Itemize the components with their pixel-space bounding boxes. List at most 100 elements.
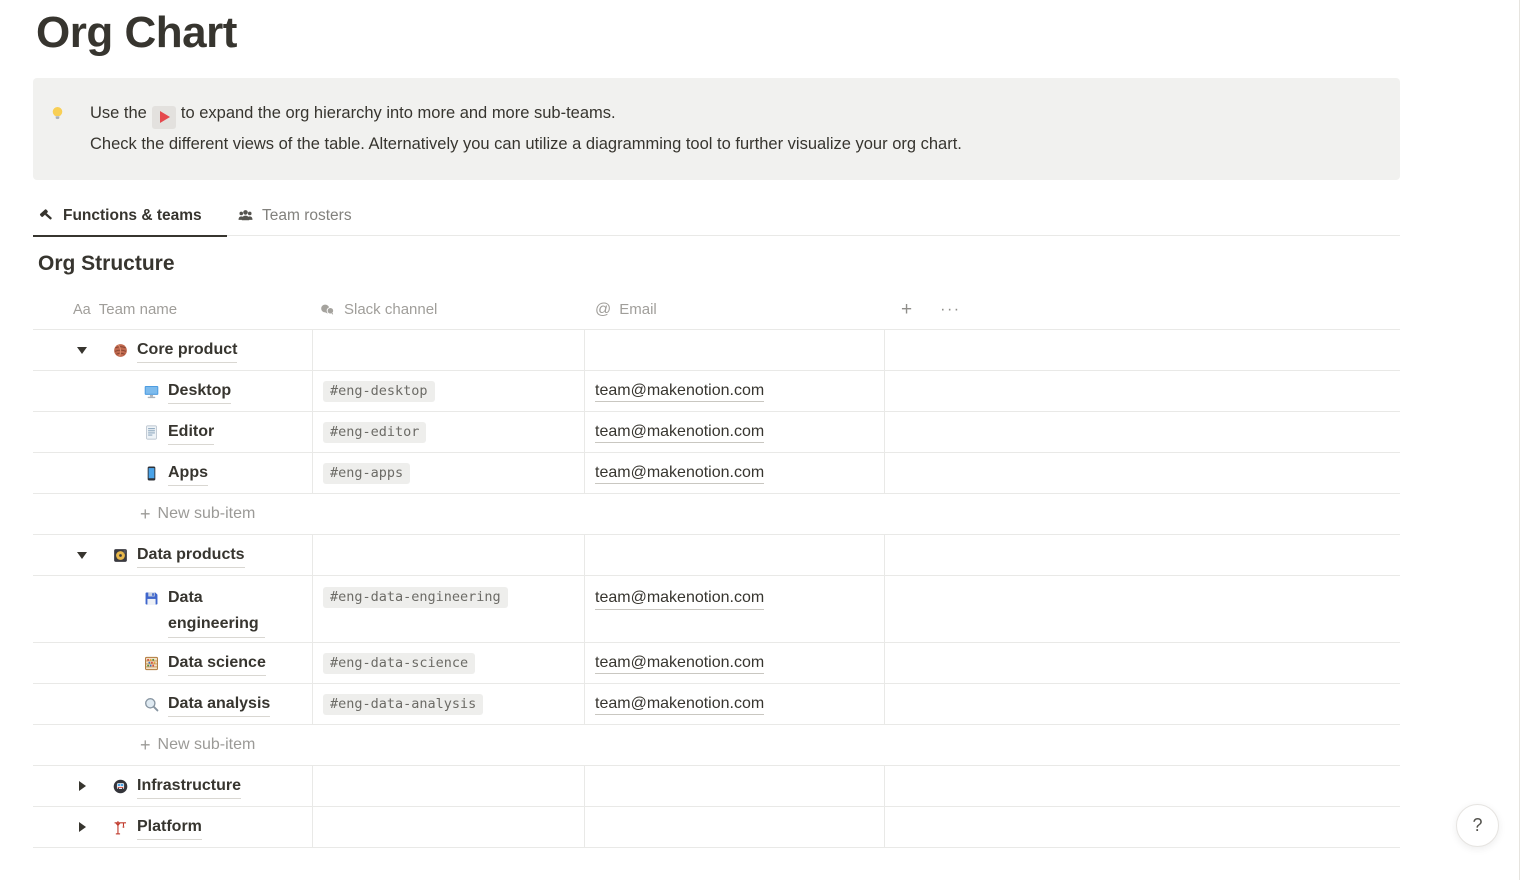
- hammer-icon: [38, 208, 55, 224]
- callout-line-1: Use theto expand the org hierarchy into …: [90, 98, 962, 129]
- tab-label: Functions & teams: [63, 207, 202, 225]
- at-sign-icon: @: [595, 301, 611, 319]
- empty-cell[interactable]: [885, 807, 1400, 847]
- empty-cell[interactable]: [885, 766, 1400, 806]
- team-name-link[interactable]: Infrastructure: [137, 773, 241, 800]
- table-row: Infrastructure: [33, 766, 1400, 807]
- table-row: Platform: [33, 807, 1400, 848]
- email-cell[interactable]: team@makenotion.com: [585, 453, 885, 493]
- document-emoji: [143, 424, 160, 441]
- tab-functions-and-teams[interactable]: Functions & teams: [33, 196, 227, 236]
- slack-channel-chip[interactable]: #eng-data-science: [323, 653, 475, 674]
- construction-crane-emoji: [112, 819, 129, 836]
- add-column-button[interactable]: +: [901, 299, 912, 321]
- email-link[interactable]: team@makenotion.com: [595, 652, 764, 675]
- team-name-cell: Data products: [33, 535, 313, 575]
- team-name-cell: Apps: [33, 453, 313, 493]
- help-button[interactable]: ?: [1456, 804, 1499, 847]
- team-name-cell: Desktop: [33, 371, 313, 411]
- team-name-cell: Data analysis: [33, 684, 313, 724]
- team-name-link[interactable]: Data products: [137, 542, 245, 569]
- table-row: Data science #eng-data-science team@makeno…: [33, 643, 1400, 684]
- team-name-cell: Platform: [33, 807, 313, 847]
- empty-cell[interactable]: [885, 576, 1400, 642]
- email-cell[interactable]: [585, 766, 885, 806]
- new-sub-item-label: New sub-item: [158, 505, 256, 523]
- new-sub-item-row[interactable]: +New sub-item: [33, 725, 1400, 766]
- new-sub-item-label: New sub-item: [158, 736, 256, 754]
- table-row: Core product: [33, 330, 1400, 371]
- email-link[interactable]: team@makenotion.com: [595, 462, 764, 485]
- column-header-slack-channel[interactable]: Slack channel: [313, 301, 585, 319]
- metro-emoji: [112, 778, 129, 795]
- table-options-button[interactable]: ···: [940, 301, 960, 319]
- column-header-email[interactable]: @ Email: [585, 301, 885, 319]
- empty-cell[interactable]: [885, 371, 1400, 411]
- chat-bubbles-icon: [319, 301, 336, 319]
- email-link[interactable]: team@makenotion.com: [595, 693, 764, 716]
- slack-channel-cell[interactable]: [313, 330, 585, 370]
- scrollbar-track[interactable]: [1519, 0, 1524, 880]
- team-name-link[interactable]: Platform: [137, 814, 202, 841]
- active-tab-underline: [33, 235, 227, 237]
- row-expand-toggle[interactable]: [77, 781, 87, 791]
- email-cell[interactable]: [585, 330, 885, 370]
- email-cell[interactable]: team@makenotion.com: [585, 576, 885, 642]
- slack-channel-cell[interactable]: #eng-data-engineering: [313, 576, 585, 642]
- team-name-link[interactable]: Apps: [168, 460, 208, 487]
- email-link[interactable]: team@makenotion.com: [595, 380, 764, 403]
- team-name-cell: Core product: [33, 330, 313, 370]
- table-row: Apps #eng-apps team@makenotion.com: [33, 453, 1400, 494]
- email-cell[interactable]: team@makenotion.com: [585, 371, 885, 411]
- slack-channel-cell[interactable]: #eng-editor: [313, 412, 585, 452]
- slack-channel-cell[interactable]: #eng-desktop: [313, 371, 585, 411]
- slack-channel-cell[interactable]: #eng-apps: [313, 453, 585, 493]
- header-actions: + ···: [885, 299, 1400, 321]
- callout: Use theto expand the org hierarchy into …: [33, 78, 1400, 180]
- slack-channel-chip[interactable]: #eng-apps: [323, 463, 410, 484]
- email-cell[interactable]: team@makenotion.com: [585, 412, 885, 452]
- tab-team-rosters[interactable]: Team rosters: [237, 196, 352, 236]
- slack-channel-chip[interactable]: #eng-desktop: [323, 381, 435, 402]
- email-cell[interactable]: [585, 535, 885, 575]
- desktop-computer-emoji: [143, 383, 160, 400]
- empty-cell[interactable]: [885, 453, 1400, 493]
- team-name-link[interactable]: Editor: [168, 419, 214, 446]
- empty-cell[interactable]: [885, 535, 1400, 575]
- empty-cell[interactable]: [885, 684, 1400, 724]
- empty-cell[interactable]: [885, 412, 1400, 452]
- team-name-link[interactable]: Desktop: [168, 378, 231, 405]
- view-tabs: Functions & teams Team rosters: [33, 196, 1400, 236]
- email-link[interactable]: team@makenotion.com: [595, 421, 764, 444]
- column-header-team-name[interactable]: Aa Team name: [33, 301, 313, 318]
- team-name-cell: Infrastructure: [33, 766, 313, 806]
- slack-channel-chip[interactable]: #eng-editor: [323, 422, 426, 443]
- table-row: Data analysis #eng-data-analysis team@make…: [33, 684, 1400, 725]
- row-expand-toggle[interactable]: [77, 552, 87, 559]
- slack-channel-cell[interactable]: [313, 766, 585, 806]
- magnifying-glass-emoji: [143, 696, 160, 713]
- people-group-icon: [237, 207, 254, 225]
- empty-cell[interactable]: [885, 643, 1400, 683]
- new-sub-item-row[interactable]: +New sub-item: [33, 494, 1400, 535]
- team-name-link[interactable]: Core product: [137, 337, 237, 364]
- row-expand-toggle[interactable]: [77, 347, 87, 354]
- team-name-cell: Editor: [33, 412, 313, 452]
- email-link[interactable]: team@makenotion.com: [595, 587, 764, 610]
- callout-text: Use theto expand the org hierarchy into …: [90, 98, 962, 180]
- email-cell[interactable]: [585, 807, 885, 847]
- table-row: Data products: [33, 535, 1400, 576]
- slack-channel-chip[interactable]: #eng-data-engineering: [323, 587, 508, 608]
- empty-cell[interactable]: [885, 330, 1400, 370]
- email-cell[interactable]: team@makenotion.com: [585, 684, 885, 724]
- slack-channel-cell[interactable]: #eng-data-science: [313, 643, 585, 683]
- team-name-link[interactable]: Data engineering: [168, 585, 265, 638]
- slack-channel-cell[interactable]: #eng-data-analysis: [313, 684, 585, 724]
- email-cell[interactable]: team@makenotion.com: [585, 643, 885, 683]
- slack-channel-cell[interactable]: [313, 535, 585, 575]
- slack-channel-cell[interactable]: [313, 807, 585, 847]
- slack-channel-chip[interactable]: #eng-data-analysis: [323, 694, 483, 715]
- row-expand-toggle[interactable]: [77, 822, 87, 832]
- team-name-link[interactable]: Data science: [168, 650, 266, 677]
- team-name-link[interactable]: Data analysis: [168, 691, 270, 718]
